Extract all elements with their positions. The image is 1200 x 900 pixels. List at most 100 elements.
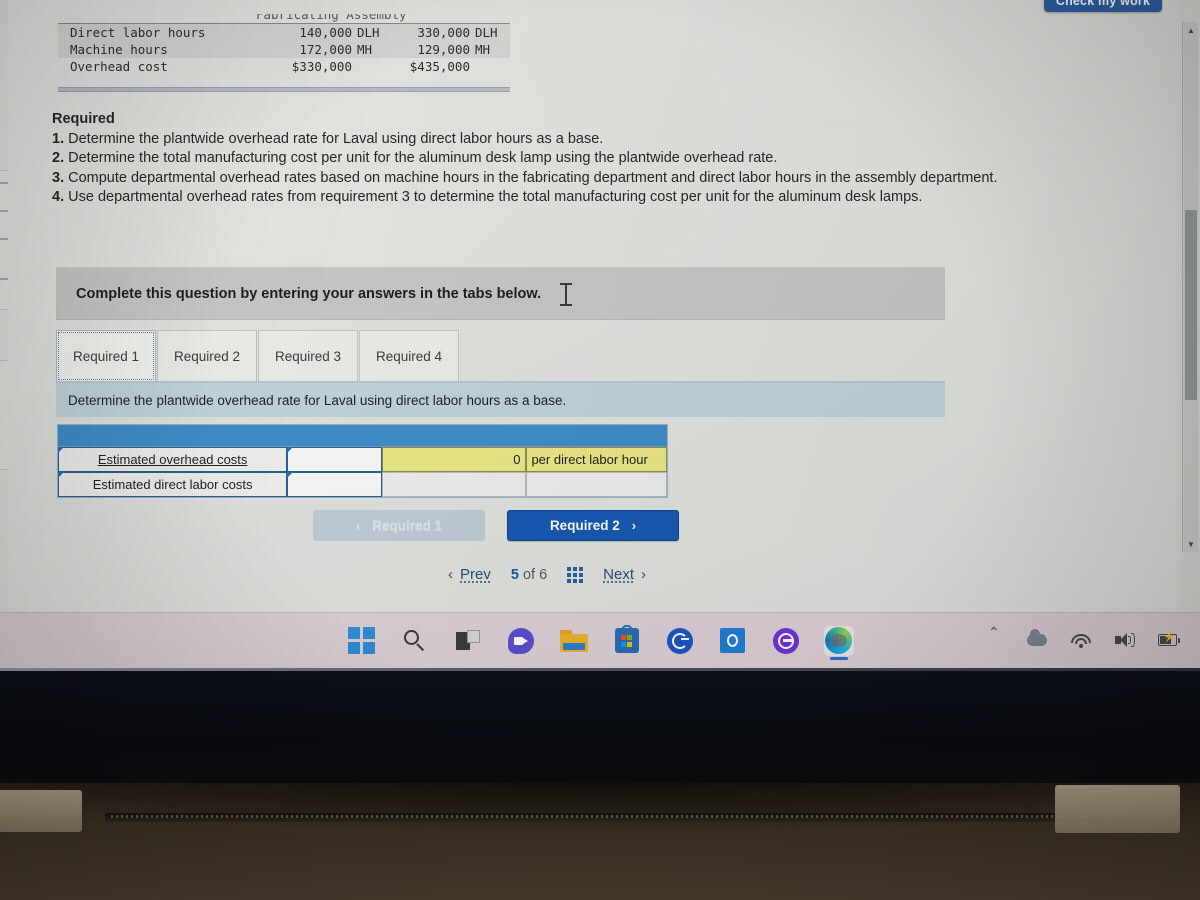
teams-chat-icon[interactable] <box>506 626 536 656</box>
question-content-card: Check my work Fabricating Assembly Direc… <box>8 0 1180 612</box>
requirement-item: 4. Use departmental overhead rates from … <box>52 188 1002 207</box>
desk-paper-right <box>1055 785 1180 833</box>
taskbar-icon-group <box>347 625 854 660</box>
pager-current-page: 5 <box>510 566 519 583</box>
row-label: Overhead cost <box>70 59 168 74</box>
value-number: 172,000 <box>299 42 352 57</box>
microsoft-edge-icon[interactable] <box>823 625 854 660</box>
next-requirement-button[interactable]: Required 2 › <box>507 510 679 541</box>
next-requirement-label: Required 2 <box>549 518 620 533</box>
row-label: Machine hours <box>70 42 168 57</box>
dropdown-marker-icon <box>58 447 64 453</box>
answer-row-label-dropdown[interactable]: Estimated direct labor costs <box>58 472 288 497</box>
requirement-tabs: Required 1 Required 2 Required 3 Require… <box>56 330 460 382</box>
cortana-icon[interactable] <box>665 626 695 656</box>
check-my-work-button[interactable]: Check my work <box>1044 0 1162 12</box>
answer-input-cell[interactable] <box>287 447 382 472</box>
chevron-right-icon: › <box>631 518 637 533</box>
scroll-down-arrow-icon[interactable]: ▼ <box>1183 536 1199 552</box>
answer-row-label-text: Estimated overhead costs <box>97 452 248 467</box>
row-value-assembly: $435,000 <box>386 59 504 74</box>
onedrive-cloud-icon[interactable] <box>1026 629 1048 651</box>
chevron-left-icon: ‹ <box>448 566 453 583</box>
question-grid-icon[interactable] <box>567 566 584 583</box>
question-pager: ‹ Prev 5 of 6 Next › <box>448 566 646 583</box>
scrollbar-thumb[interactable] <box>1185 210 1197 400</box>
answer-grid: Estimated overhead costs 0 per direct la… <box>57 424 668 498</box>
answer-input-cell[interactable] <box>287 472 382 497</box>
cropped-header-text: Fabricating Assembly <box>256 14 407 22</box>
windows-start-icon[interactable] <box>347 626 377 656</box>
table-row: Estimated overhead costs 0 per direct la… <box>58 447 667 472</box>
pager-of-label: of <box>522 566 536 583</box>
pager-prev-label: Prev <box>460 566 491 583</box>
table-column-headers-cropped: Fabricating Assembly <box>58 14 510 22</box>
requirement-text: Determine the total manufacturing cost p… <box>68 150 778 167</box>
table-row: Machine hours 172,000 MH 129,000 MH <box>58 41 510 58</box>
pager-next-label: Next <box>603 566 634 583</box>
rate-unit-label-cell: per direct labor hour <box>526 447 667 472</box>
search-icon[interactable] <box>400 626 430 656</box>
value-unit: MH <box>475 42 491 57</box>
computed-rate-cell: 0 <box>381 447 527 472</box>
task-view-icon[interactable] <box>453 626 483 656</box>
tab-required-3[interactable]: Required 3 <box>258 330 358 382</box>
tab-instruction-text: Determine the plantwide overhead rate fo… <box>68 392 567 408</box>
tab-required-2[interactable]: Required 2 <box>157 330 257 382</box>
wifi-icon[interactable] <box>1070 629 1092 651</box>
volume-icon[interactable] <box>1114 629 1136 651</box>
value-number: 129,000 <box>417 42 470 57</box>
outlook-icon[interactable] <box>718 626 748 656</box>
battery-icon[interactable]: ⚡ <box>1158 629 1180 651</box>
chevron-right-icon: › <box>641 566 646 583</box>
row-value-assembly: 330,000 DLH <box>386 25 504 40</box>
value-number: 330,000 <box>417 25 470 40</box>
tab-label: Required 1 <box>72 349 140 364</box>
chevron-left-icon: ‹ <box>355 518 361 533</box>
scroll-up-arrow-icon[interactable]: ▲ <box>1183 22 1199 38</box>
pager-next-button[interactable]: Next › <box>603 566 646 583</box>
value-number: $435,000 <box>409 59 470 74</box>
rate-unit-label-cell <box>526 472 667 497</box>
requirement-text: Use departmental overhead rates from req… <box>68 188 923 205</box>
previous-requirement-button[interactable]: ‹ Required 1 <box>313 510 485 541</box>
dropdown-marker-icon <box>287 472 294 478</box>
pager-total-pages: 6 <box>539 566 548 583</box>
laptop-bezel <box>0 668 1200 786</box>
tab-required-1[interactable]: Required 1 <box>56 330 156 382</box>
requirement-number: 4. <box>52 188 65 205</box>
value-number: $330,000 <box>291 59 352 74</box>
vertical-scrollbar[interactable]: ▲ ▼ <box>1182 22 1198 552</box>
tab-required-4[interactable]: Required 4 <box>359 330 459 382</box>
requirement-item: 3. Compute departmental overhead rates b… <box>52 169 1002 188</box>
answer-grid-header-row <box>58 425 667 447</box>
laptop-screen: Check my work Fabricating Assembly Direc… <box>0 0 1200 668</box>
table-bottom-rule <box>58 87 510 92</box>
row-value-fabricating: $330,000 <box>268 59 386 74</box>
pager-prev-button[interactable]: ‹ Prev <box>448 566 491 583</box>
row-value-fabricating: 140,000 DLH <box>268 25 386 40</box>
photo-scene: Check my work Fabricating Assembly Direc… <box>0 0 1200 900</box>
requirements-heading: Required <box>52 111 115 127</box>
show-hidden-icons-chevron[interactable] <box>982 624 1004 651</box>
file-explorer-icon[interactable] <box>559 626 589 656</box>
previous-requirement-label: Required 1 <box>372 518 443 533</box>
tab-label: Required 2 <box>173 349 241 364</box>
rate-unit-label: per direct labor hour <box>531 452 648 467</box>
requirement-navigation: ‹ Required 1 Required 2 › <box>313 510 679 541</box>
answer-row-label-dropdown[interactable]: Estimated overhead costs <box>58 447 288 472</box>
microsoft-store-icon[interactable] <box>612 625 642 656</box>
dropdown-marker-icon <box>287 447 294 453</box>
row-label: Direct labor hours <box>70 25 206 40</box>
requirement-number: 2. <box>52 150 65 167</box>
desk-paper-left <box>0 790 82 832</box>
table-row: Overhead cost $330,000 $435,000 <box>58 58 510 75</box>
purple-arrow-icon[interactable] <box>771 626 801 656</box>
tab-label: Required 3 <box>274 349 342 364</box>
requirement-text: Compute departmental overhead rates base… <box>68 169 998 186</box>
requirement-item: 1. Determine the plantwide overhead rate… <box>52 130 1002 149</box>
department-data-table: Fabricating Assembly Direct labor hours … <box>58 14 510 92</box>
instruction-banner: Complete this question by entering your … <box>56 267 945 320</box>
tab-instruction-banner: Determine the plantwide overhead rate fo… <box>56 383 945 417</box>
requirements-section: Required 1. Determine the plantwide over… <box>52 110 1002 207</box>
